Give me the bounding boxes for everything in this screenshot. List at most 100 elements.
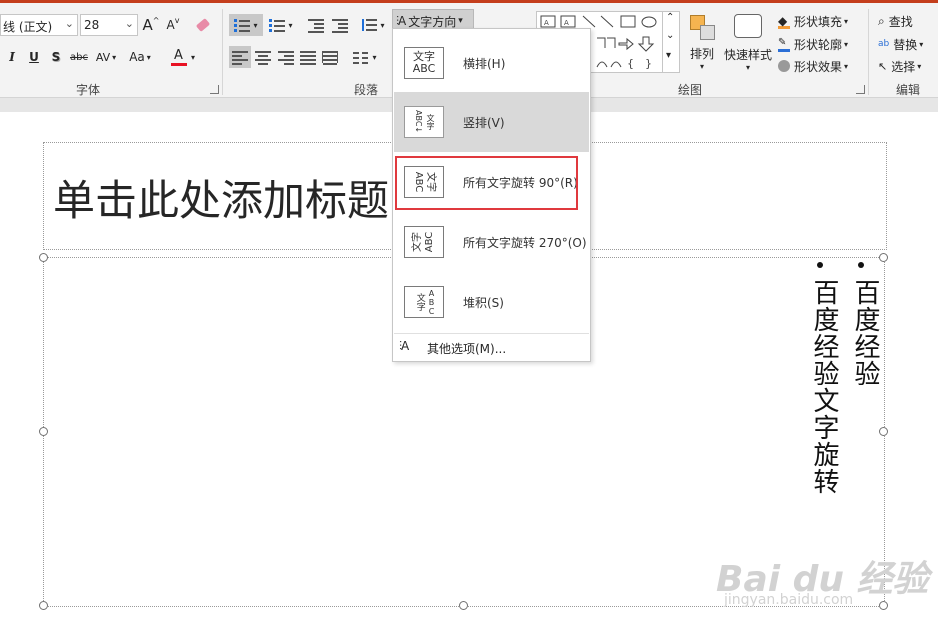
font-size-value: 28 — [84, 18, 100, 32]
line-spacing-icon — [361, 19, 378, 31]
find-label: 查找 — [888, 14, 913, 29]
resize-handle[interactable] — [39, 601, 48, 610]
decrease-indent-icon — [308, 19, 324, 33]
resize-handle[interactable] — [459, 601, 468, 610]
shape-outline-label: 形状轮廓 — [794, 37, 843, 52]
menu-item-label: 所有文字旋转 270°(O) — [463, 236, 587, 250]
align-center-button[interactable] — [252, 46, 274, 68]
rotate-270-icon: 文字ABC — [404, 226, 444, 258]
shadow-button[interactable]: S — [48, 46, 64, 68]
svg-text:}: } — [645, 57, 652, 70]
underline-button[interactable]: U — [26, 46, 42, 68]
menu-item-label: 堆积(S) — [463, 296, 504, 310]
text-direction-label: 文字方向 — [408, 14, 457, 29]
resize-handle[interactable] — [39, 427, 48, 436]
font-name-dropdown[interactable]: 线 (正文) ⌄ — [0, 14, 78, 36]
columns-button[interactable]: ▾ — [350, 46, 380, 68]
font-size-dropdown[interactable]: 28 ⌄ — [80, 14, 138, 36]
char-spacing-icon: AV — [95, 50, 111, 64]
quick-styles-label: 快速样式 — [723, 48, 772, 62]
grow-font-icon: A — [142, 16, 153, 34]
font-dialog-launcher[interactable] — [210, 85, 219, 94]
distribute-button[interactable] — [319, 46, 341, 68]
svg-text:{: { — [627, 57, 634, 70]
quick-styles-button[interactable]: 快速样式 ▾ — [722, 11, 774, 75]
paragraph-group-label: 段落 — [354, 83, 379, 97]
stacked-text-icon: 文字 A B C — [404, 286, 444, 318]
font-group-label: 字体 — [76, 83, 101, 97]
select-label: 选择 — [891, 59, 916, 74]
font-name-value: 线 (正文) — [3, 20, 53, 34]
line-spacing-button[interactable]: ▾ — [358, 14, 388, 36]
menu-item-more-options[interactable]: ⫶A 其他选项(M)... — [394, 336, 589, 358]
resize-handle[interactable] — [879, 427, 888, 436]
drawing-dialog-launcher[interactable] — [856, 85, 865, 94]
bullet — [858, 262, 864, 268]
menu-item-horizontal[interactable]: 文字 ABC 横排(H) — [394, 33, 589, 93]
resize-handle[interactable] — [879, 601, 888, 610]
shrink-font-icon: A — [166, 18, 175, 32]
shape-outline-button[interactable]: ✎ 形状轮廓 ▾ — [778, 34, 860, 54]
gallery-scroll[interactable]: ⌃ ⌄ ▾ — [662, 12, 679, 72]
replace-label: 替换 — [893, 37, 918, 52]
increase-indent-button[interactable] — [330, 14, 350, 36]
vertical-text-line-2: 百度经验文字旋转 — [809, 279, 839, 495]
font-color-bar — [170, 63, 187, 66]
cursor-icon: ↖ — [878, 59, 888, 73]
shape-fill-button[interactable]: ◆ 形状填充 ▾ — [778, 11, 860, 31]
text-direction-icon: ⫶A — [399, 339, 409, 353]
italic-button[interactable]: I — [4, 46, 20, 68]
separator — [222, 9, 223, 95]
more-icon: ▾ — [666, 50, 672, 61]
resize-handle[interactable] — [879, 253, 888, 262]
chevron-up-icon: ⌃ — [666, 12, 675, 23]
decrease-indent-button[interactable] — [306, 14, 326, 36]
numbering-icon — [269, 19, 286, 32]
strikethrough-icon: abc — [70, 51, 88, 63]
align-left-button[interactable] — [229, 46, 251, 68]
shape-effects-icon — [778, 60, 790, 72]
bullets-icon — [234, 19, 251, 32]
menu-item-stacked[interactable]: 文字 A B C 堆积(S) — [394, 272, 589, 332]
shape-effects-button[interactable]: 形状效果 ▾ — [778, 56, 860, 76]
arrange-button[interactable]: 排列 ▾ — [684, 11, 720, 75]
menu-item-vertical[interactable]: 文字ABC↓ 竖排(V) — [394, 92, 589, 152]
resize-handle[interactable] — [39, 253, 48, 262]
find-button[interactable]: ⌕ 查找 — [878, 11, 936, 31]
shrink-font-button[interactable]: Av — [164, 14, 182, 36]
shape-fill-label: 形状填充 — [794, 14, 843, 29]
select-button[interactable]: ↖ 选择 ▾ — [878, 56, 936, 76]
strikethrough-button[interactable]: abc — [68, 46, 90, 68]
chevron-down-icon: ⌄ — [124, 17, 134, 30]
char-spacing-button[interactable]: AV ▾ — [92, 46, 120, 68]
title-placeholder-text: 单击此处添加标题 — [53, 176, 390, 225]
underline-icon: U — [29, 50, 39, 64]
justify-button[interactable] — [297, 46, 319, 68]
menu-item-label: 其他选项(M)... — [427, 342, 507, 356]
arrange-icon — [690, 15, 715, 40]
numbering-button[interactable]: ▾ — [266, 14, 296, 36]
text-shadow-icon: S — [51, 50, 61, 64]
menu-item-label: 竖排(V) — [463, 116, 505, 130]
columns-icon — [353, 51, 369, 64]
change-case-button[interactable]: Aa ▾ — [124, 46, 156, 68]
menu-item-label: 横排(H) — [463, 57, 506, 71]
align-left-icon — [232, 51, 248, 65]
vertical-text-line-1: 百度经验 — [850, 279, 880, 387]
align-right-button[interactable] — [275, 46, 297, 68]
watermark-url: jingyan.baidu.com — [724, 592, 854, 608]
bullets-button[interactable]: ▾ — [229, 14, 263, 36]
highlight-outline — [395, 156, 578, 210]
replace-button[interactable]: ab 替换 ▾ — [878, 34, 936, 54]
paint-bucket-icon: ◆ — [778, 14, 790, 29]
increase-indent-icon — [332, 19, 348, 33]
clear-format-button[interactable] — [192, 13, 214, 37]
separator — [868, 9, 869, 95]
vertical-text-icon: 文字ABC↓ — [404, 106, 444, 138]
align-right-icon — [278, 51, 294, 65]
font-color-button[interactable]: A ▾ — [166, 46, 200, 68]
change-case-icon: Aa — [129, 50, 145, 64]
menu-item-rotate-270[interactable]: 文字ABC 所有文字旋转 270°(O) — [394, 212, 589, 272]
grow-font-button[interactable]: A ^ — [142, 14, 160, 36]
bullet — [817, 262, 823, 268]
